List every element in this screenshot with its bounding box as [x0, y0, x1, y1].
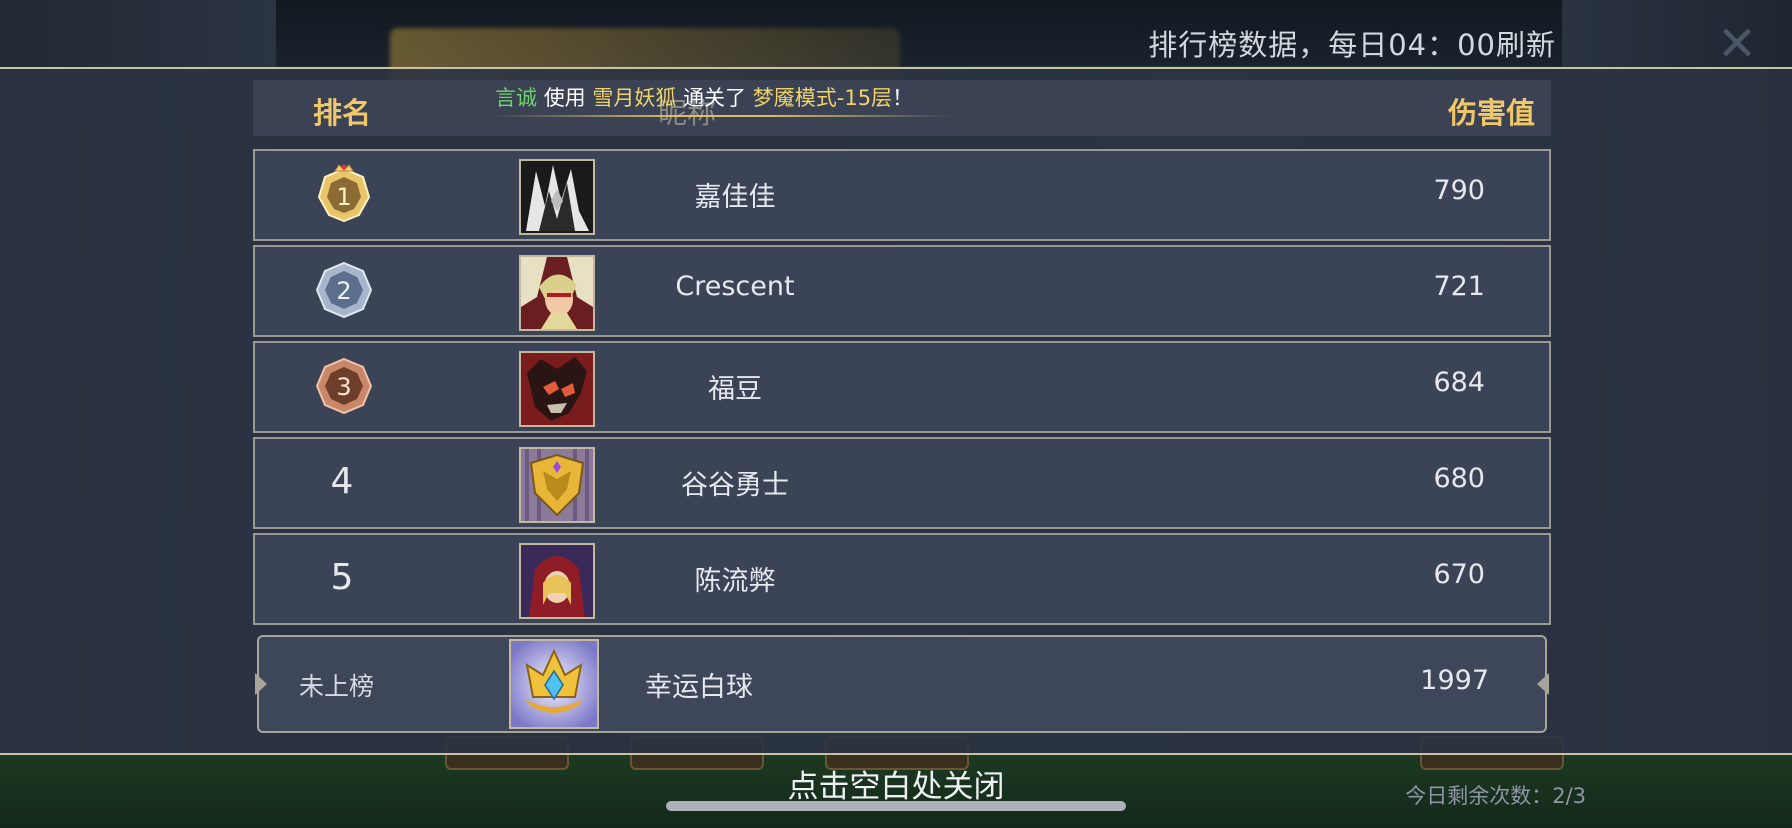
leaderboard-row[interactable]: 4 谷谷勇士 680: [253, 437, 1551, 529]
player-name: 嘉佳佳: [694, 182, 776, 213]
player-name: 福豆: [708, 374, 762, 405]
attempts-remaining: 今日剩余次数：2/3: [1405, 784, 1586, 808]
damage-value: 680: [1433, 463, 1485, 494]
avatar: [519, 543, 595, 619]
leaderboard-row[interactable]: 1 嘉佳佳 790: [253, 149, 1551, 241]
avatar: [519, 159, 595, 235]
leaderboard-row[interactable]: 2 Crescent 721: [253, 245, 1551, 337]
own-rank-row[interactable]: 未上榜 幸运白球 1997: [255, 635, 1549, 733]
leaderboard-panel: 排名 昵称 伤害值 言诚 使用 雪月妖狐 通关了 梦魇模式-15层！ 1 嘉佳佳…: [0, 67, 1792, 755]
announcement-marquee: 言诚 使用 雪月妖狐 通关了 梦魇模式-15层！: [495, 82, 913, 112]
rank-number: 4: [330, 461, 354, 502]
announcement-stage: 梦魇模式-15层: [752, 86, 893, 110]
close-x-icon[interactable]: ✕: [1702, 18, 1772, 70]
rank-number: 5: [330, 557, 354, 598]
gold-crown-medal-icon: 1: [317, 164, 371, 223]
announcement-end: ！: [892, 86, 914, 110]
silver-medal-icon: 2: [315, 261, 373, 319]
player-name: 陈流弊: [694, 566, 776, 597]
own-rank-text: 未上榜: [299, 672, 375, 701]
damage-value: 670: [1433, 559, 1485, 590]
avatar: [519, 255, 595, 331]
rank-number: 2: [336, 277, 351, 305]
damage-value: 790: [1433, 175, 1485, 206]
refresh-note: 排行榜数据，每日04：00刷新: [1148, 28, 1556, 62]
rank-number: 1: [336, 183, 351, 211]
announcement-hero: 雪月妖狐: [592, 86, 677, 110]
row-ornament-left: [255, 673, 267, 695]
bronze-medal-icon: 3: [315, 357, 373, 415]
player-name: 谷谷勇士: [681, 470, 789, 501]
home-indicator[interactable]: [666, 801, 1126, 811]
column-header-damage: 伤害值: [1447, 96, 1535, 130]
announcement-player: 言诚: [495, 86, 537, 110]
damage-value: 684: [1433, 367, 1485, 398]
player-name: 幸运白球: [645, 672, 753, 703]
avatar: [509, 639, 599, 729]
column-header-rank: 排名: [313, 96, 372, 130]
announcement-verb: 使用: [543, 86, 586, 110]
announcement-verb: 通关了: [683, 86, 747, 110]
leaderboard-row[interactable]: 5 陈流弊 670: [253, 533, 1551, 625]
announcement-underline: [493, 115, 953, 117]
rank-number: 3: [336, 373, 351, 401]
damage-value: 721: [1433, 271, 1485, 302]
avatar: [519, 447, 595, 523]
avatar: [519, 351, 595, 427]
row-ornament-right: [1537, 673, 1549, 695]
damage-value: 1997: [1420, 665, 1489, 696]
leaderboard-row[interactable]: 3 福豆 684: [253, 341, 1551, 433]
player-name: Crescent: [675, 271, 795, 302]
